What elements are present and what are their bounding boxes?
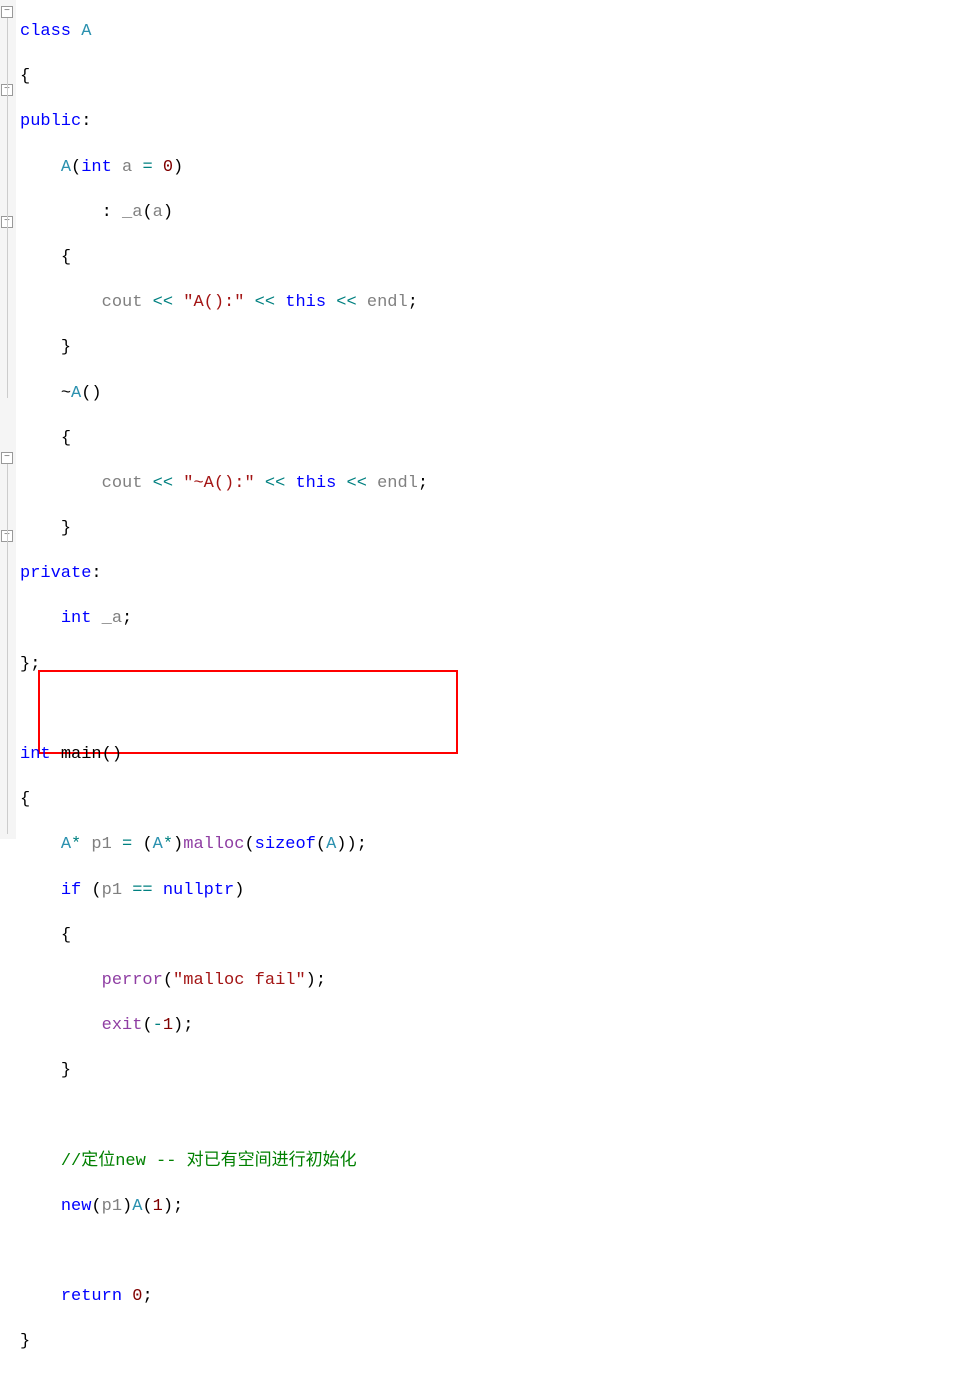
code-line: cout << "~A():" << this << endl; bbox=[16, 471, 971, 497]
keyword: int bbox=[61, 609, 92, 628]
code-line: { bbox=[16, 245, 971, 271]
string-literal: "malloc fail" bbox=[173, 971, 306, 990]
keyword: return bbox=[61, 1287, 122, 1306]
code-line: { bbox=[16, 923, 971, 949]
code-line: if (p1 == nullptr) bbox=[16, 878, 971, 904]
keyword: new bbox=[61, 1197, 92, 1216]
code-line: int main() bbox=[16, 742, 971, 768]
code-line: exit(-1); bbox=[16, 1013, 971, 1039]
code-line: new(p1)A(1); bbox=[16, 1194, 971, 1220]
code-line: perror("malloc fail"); bbox=[16, 968, 971, 994]
keyword: nullptr bbox=[163, 881, 234, 900]
fold-line bbox=[7, 18, 8, 398]
code-line: return 0; bbox=[16, 1284, 971, 1310]
code-line: int _a; bbox=[16, 606, 971, 632]
fold-icon-class[interactable]: − bbox=[1, 6, 13, 18]
code-line: }; bbox=[16, 652, 971, 678]
code-line bbox=[16, 1239, 971, 1265]
fold-icon-main[interactable]: − bbox=[1, 452, 13, 464]
constructor-name: A bbox=[61, 158, 71, 177]
code-line: A* p1 = (A*)malloc(sizeof(A)); bbox=[16, 832, 971, 858]
code-line: } bbox=[16, 335, 971, 361]
fold-gutter bbox=[0, 0, 16, 839]
keyword: this bbox=[285, 293, 326, 312]
code-line: { bbox=[16, 64, 971, 90]
code-line: { bbox=[16, 426, 971, 452]
keyword: int bbox=[20, 745, 51, 764]
code-line: } bbox=[16, 516, 971, 542]
destructor-name: A bbox=[71, 384, 81, 403]
keyword: class bbox=[20, 22, 71, 41]
code-line: ~A() bbox=[16, 381, 971, 407]
code-line: A(int a = 0) bbox=[16, 155, 971, 181]
string-literal: "A():" bbox=[183, 293, 244, 312]
code-line: : _a(a) bbox=[16, 200, 971, 226]
code-line: } bbox=[16, 1329, 971, 1355]
code-line: //定位new -- 对已有空间进行初始化 bbox=[16, 1149, 971, 1175]
keyword: private bbox=[20, 564, 91, 583]
code-line: class A bbox=[16, 19, 971, 45]
function-name: main bbox=[61, 745, 102, 764]
keyword: public bbox=[20, 112, 81, 131]
fold-line bbox=[7, 464, 8, 834]
code-line bbox=[16, 697, 971, 723]
code-area: class A { public: A(int a = 0) : _a(a) {… bbox=[16, 0, 971, 1375]
keyword: int bbox=[81, 158, 112, 177]
code-line: { bbox=[16, 787, 971, 813]
code-line: private: bbox=[16, 561, 971, 587]
code-line bbox=[16, 1104, 971, 1130]
class-name: A bbox=[81, 22, 91, 41]
keyword: this bbox=[295, 474, 336, 493]
function-call: malloc bbox=[183, 835, 244, 854]
function-call: exit bbox=[102, 1016, 143, 1035]
keyword: sizeof bbox=[255, 835, 316, 854]
code-line: } bbox=[16, 1058, 971, 1084]
code-line: cout << "A():" << this << endl; bbox=[16, 290, 971, 316]
comment: //定位new -- 对已有空间进行初始化 bbox=[61, 1152, 357, 1171]
code-line: public: bbox=[16, 109, 971, 135]
string-literal: "~A():" bbox=[183, 474, 254, 493]
function-call: perror bbox=[102, 971, 163, 990]
keyword: if bbox=[61, 881, 81, 900]
